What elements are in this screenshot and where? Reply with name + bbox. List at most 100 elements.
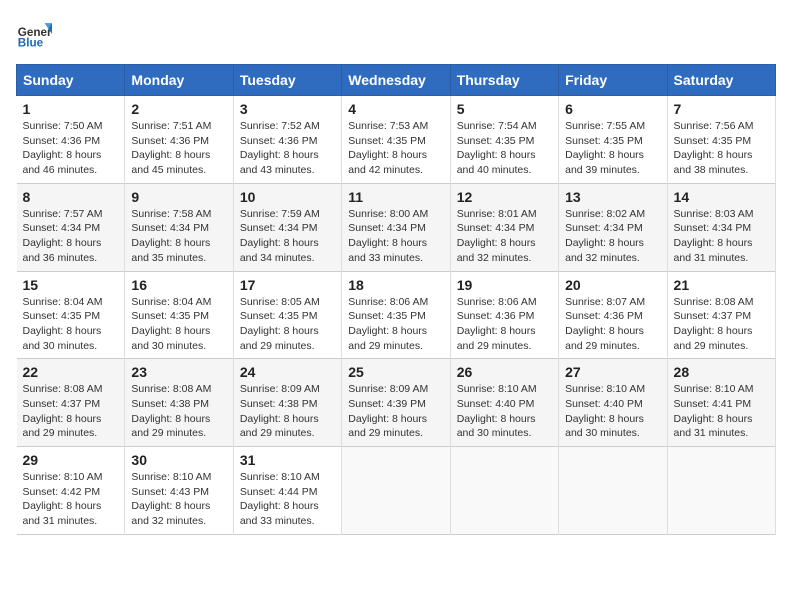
calendar-cell: 11Sunrise: 8:00 AMSunset: 4:34 PMDayligh… [342, 183, 450, 271]
calendar-cell: 12 Sunrise: 8:01 AMSunset: 4:34 PMDayligh… [450, 183, 558, 271]
calendar-cell: 9 Sunrise: 7:58 AMSunset: 4:34 PMDaylight… [125, 183, 233, 271]
cell-info: Sunrise: 7:54 AMSunset: 4:35 PMDaylight:… [457, 119, 552, 178]
col-header-wednesday: Wednesday [342, 65, 450, 96]
cell-info: Sunrise: 7:53 AMSunset: 4:35 PMDaylight:… [348, 119, 443, 178]
calendar-cell: 3 Sunrise: 7:52 AMSunset: 4:36 PMDaylight… [233, 96, 341, 184]
calendar-cell: 25 Sunrise: 8:09 AMSunset: 4:39 PMDayligh… [342, 359, 450, 447]
day-number: 20 [565, 277, 660, 293]
calendar-cell: 26 Sunrise: 8:10 AMSunset: 4:40 PMDayligh… [450, 359, 558, 447]
cell-info: Sunrise: 8:00 AMSunset: 4:34 PMDaylight:… [348, 207, 443, 266]
cell-info: Sunrise: 8:03 AMSunset: 4:34 PMDaylight:… [674, 207, 769, 266]
logo-icon: General Blue [16, 16, 52, 52]
day-number: 18 [348, 277, 443, 293]
cell-info: Sunrise: 8:10 AMSunset: 4:44 PMDaylight:… [240, 470, 335, 529]
week-row: 8 Sunrise: 7:57 AMSunset: 4:34 PMDaylight… [17, 183, 776, 271]
day-number: 1 [23, 101, 119, 117]
day-number: 16 [131, 277, 226, 293]
col-header-saturday: Saturday [667, 65, 775, 96]
cell-info: Sunrise: 7:58 AMSunset: 4:34 PMDaylight:… [131, 207, 226, 266]
calendar-cell: 24 Sunrise: 8:09 AMSunset: 4:38 PMDayligh… [233, 359, 341, 447]
day-number: 7 [674, 101, 769, 117]
day-number: 12 [457, 189, 552, 205]
day-number: 6 [565, 101, 660, 117]
calendar-cell: 31 Sunrise: 8:10 AMSunset: 4:44 PMDayligh… [233, 447, 341, 535]
day-number: 28 [674, 364, 769, 380]
day-number: 26 [457, 364, 552, 380]
logo: General Blue [16, 16, 52, 52]
calendar-cell: 19 Sunrise: 8:06 AMSunset: 4:36 PMDayligh… [450, 271, 558, 359]
day-number: 17 [240, 277, 335, 293]
cell-info: Sunrise: 8:07 AMSunset: 4:36 PMDaylight:… [565, 295, 660, 354]
day-number: 24 [240, 364, 335, 380]
cell-info: Sunrise: 8:09 AMSunset: 4:38 PMDaylight:… [240, 382, 335, 441]
calendar-cell: 28 Sunrise: 8:10 AMSunset: 4:41 PMDayligh… [667, 359, 775, 447]
day-number: 13 [565, 189, 660, 205]
calendar-cell: 8 Sunrise: 7:57 AMSunset: 4:34 PMDaylight… [17, 183, 125, 271]
cell-info: Sunrise: 7:52 AMSunset: 4:36 PMDaylight:… [240, 119, 335, 178]
calendar-cell: 7 Sunrise: 7:56 AMSunset: 4:35 PMDaylight… [667, 96, 775, 184]
calendar-cell [559, 447, 667, 535]
day-number: 29 [23, 452, 119, 468]
day-number: 9 [131, 189, 226, 205]
calendar-cell [450, 447, 558, 535]
week-row: 1Sunrise: 7:50 AMSunset: 4:36 PMDaylight… [17, 96, 776, 184]
col-header-tuesday: Tuesday [233, 65, 341, 96]
calendar-cell: 20 Sunrise: 8:07 AMSunset: 4:36 PMDayligh… [559, 271, 667, 359]
calendar-cell [667, 447, 775, 535]
cell-info: Sunrise: 7:57 AMSunset: 4:34 PMDaylight:… [23, 207, 119, 266]
svg-text:Blue: Blue [18, 37, 44, 50]
calendar-cell: 30 Sunrise: 8:10 AMSunset: 4:43 PMDayligh… [125, 447, 233, 535]
calendar-cell: 18Sunrise: 8:06 AMSunset: 4:35 PMDayligh… [342, 271, 450, 359]
cell-info: Sunrise: 8:10 AMSunset: 4:41 PMDaylight:… [674, 382, 769, 441]
day-number: 21 [674, 277, 769, 293]
col-header-friday: Friday [559, 65, 667, 96]
cell-info: Sunrise: 8:04 AMSunset: 4:35 PMDaylight:… [23, 295, 119, 354]
calendar-cell: 22 Sunrise: 8:08 AMSunset: 4:37 PMDayligh… [17, 359, 125, 447]
calendar-cell: 27Sunrise: 8:10 AMSunset: 4:40 PMDayligh… [559, 359, 667, 447]
day-number: 5 [457, 101, 552, 117]
cell-info: Sunrise: 8:05 AMSunset: 4:35 PMDaylight:… [240, 295, 335, 354]
cell-info: Sunrise: 7:59 AMSunset: 4:34 PMDaylight:… [240, 207, 335, 266]
day-number: 22 [23, 364, 119, 380]
calendar-cell: 6 Sunrise: 7:55 AMSunset: 4:35 PMDaylight… [559, 96, 667, 184]
calendar-cell [342, 447, 450, 535]
cell-info: Sunrise: 8:02 AMSunset: 4:34 PMDaylight:… [565, 207, 660, 266]
day-number: 2 [131, 101, 226, 117]
cell-info: Sunrise: 7:51 AMSunset: 4:36 PMDaylight:… [131, 119, 226, 178]
cell-info: Sunrise: 8:09 AMSunset: 4:39 PMDaylight:… [348, 382, 443, 441]
day-number: 25 [348, 364, 443, 380]
cell-info: Sunrise: 8:10 AMSunset: 4:42 PMDaylight:… [23, 470, 119, 529]
cell-info: Sunrise: 8:08 AMSunset: 4:37 PMDaylight:… [23, 382, 119, 441]
calendar-cell: 13 Sunrise: 8:02 AMSunset: 4:34 PMDayligh… [559, 183, 667, 271]
calendar-cell: 5 Sunrise: 7:54 AMSunset: 4:35 PMDaylight… [450, 96, 558, 184]
cell-info: Sunrise: 8:06 AMSunset: 4:36 PMDaylight:… [457, 295, 552, 354]
calendar-cell: 23Sunrise: 8:08 AMSunset: 4:38 PMDayligh… [125, 359, 233, 447]
col-header-sunday: Sunday [17, 65, 125, 96]
day-number: 30 [131, 452, 226, 468]
calendar-cell: 2 Sunrise: 7:51 AMSunset: 4:36 PMDaylight… [125, 96, 233, 184]
cell-info: Sunrise: 8:10 AMSunset: 4:43 PMDaylight:… [131, 470, 226, 529]
week-row: 15 Sunrise: 8:04 AMSunset: 4:35 PMDayligh… [17, 271, 776, 359]
day-number: 3 [240, 101, 335, 117]
calendar-cell: 15 Sunrise: 8:04 AMSunset: 4:35 PMDayligh… [17, 271, 125, 359]
cell-info: Sunrise: 8:01 AMSunset: 4:34 PMDaylight:… [457, 207, 552, 266]
day-number: 19 [457, 277, 552, 293]
day-number: 15 [23, 277, 119, 293]
cell-info: Sunrise: 8:10 AMSunset: 4:40 PMDaylight:… [457, 382, 552, 441]
day-number: 8 [23, 189, 119, 205]
day-number: 31 [240, 452, 335, 468]
calendar-cell: 21 Sunrise: 8:08 AMSunset: 4:37 PMDayligh… [667, 271, 775, 359]
calendar-cell: 17 Sunrise: 8:05 AMSunset: 4:35 PMDayligh… [233, 271, 341, 359]
calendar-cell: 1Sunrise: 7:50 AMSunset: 4:36 PMDaylight… [17, 96, 125, 184]
calendar-cell: 10Sunrise: 7:59 AMSunset: 4:34 PMDayligh… [233, 183, 341, 271]
cell-info: Sunrise: 8:08 AMSunset: 4:37 PMDaylight:… [674, 295, 769, 354]
calendar-cell: 29 Sunrise: 8:10 AMSunset: 4:42 PMDayligh… [17, 447, 125, 535]
page-header: General Blue [16, 16, 776, 52]
cell-info: Sunrise: 7:55 AMSunset: 4:35 PMDaylight:… [565, 119, 660, 178]
day-number: 14 [674, 189, 769, 205]
cell-info: Sunrise: 8:04 AMSunset: 4:35 PMDaylight:… [131, 295, 226, 354]
calendar-table: SundayMondayTuesdayWednesdayThursdayFrid… [16, 64, 776, 535]
day-number: 27 [565, 364, 660, 380]
cell-info: Sunrise: 7:56 AMSunset: 4:35 PMDaylight:… [674, 119, 769, 178]
calendar-cell: 16 Sunrise: 8:04 AMSunset: 4:35 PMDayligh… [125, 271, 233, 359]
